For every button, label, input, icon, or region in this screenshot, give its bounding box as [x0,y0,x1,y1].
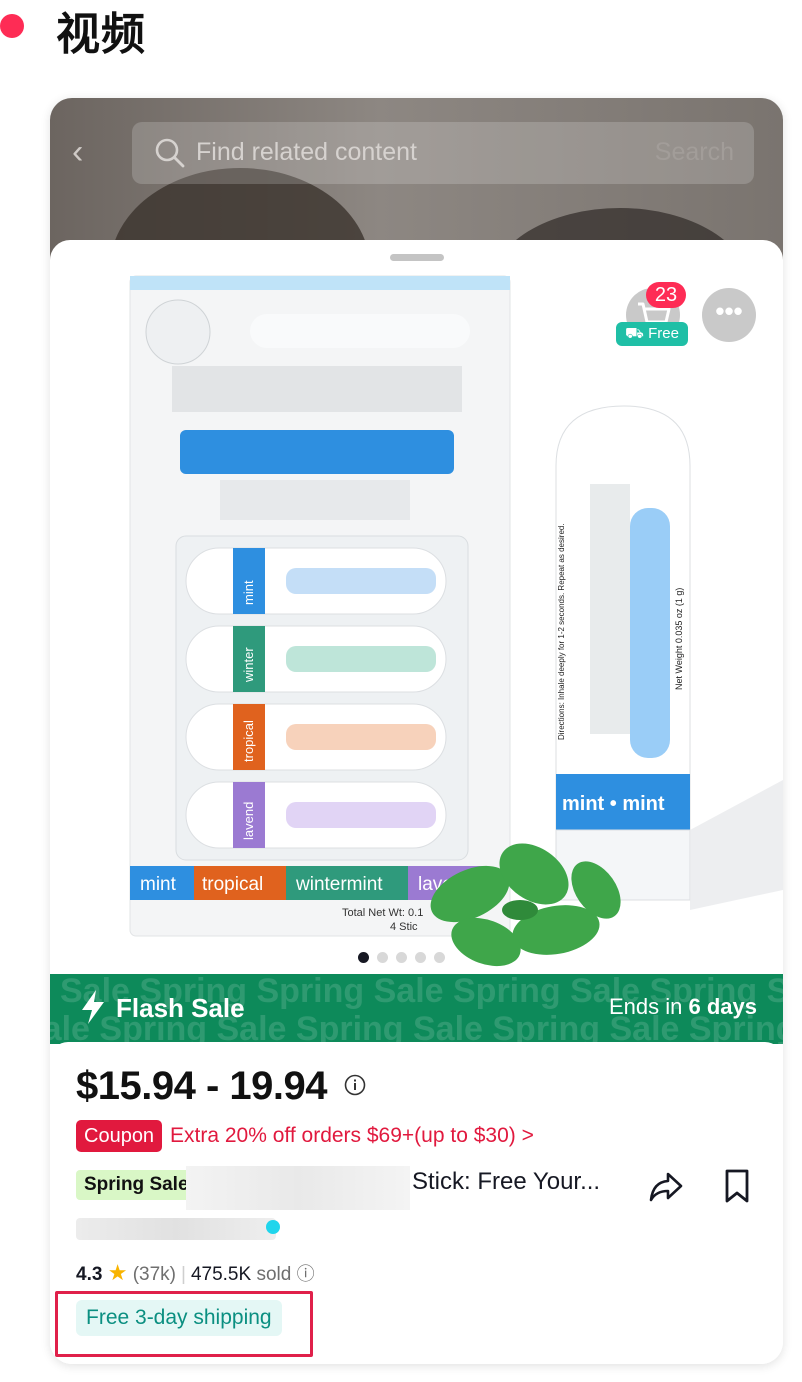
share-icon[interactable] [648,1170,684,1204]
page-header: 视频 [0,0,802,60]
pagination-dot[interactable] [377,952,388,963]
bookmark-icon[interactable] [724,1168,750,1204]
product-price: $15.94 - 19.94 [76,1064,328,1108]
tube-label-mint: mint [241,580,256,605]
cart-button[interactable]: 23 ⛟ Free [616,282,692,364]
more-icon[interactable]: ••• [702,288,756,342]
tube-label-tropical: tropical [241,720,256,762]
tube-band-label: mint • mint [562,793,665,815]
flash-sale-countdown: Ends in 6 days [608,994,757,1019]
pagination-dot[interactable] [434,952,445,963]
product-card: ‹ Find related content Search mint winte… [50,98,783,1364]
net-weight-label: Total Net Wt: 0.1 [342,907,423,919]
tube-weight-label: Net Weight 0.035 oz (1 g) [674,588,684,690]
flash-sale-label: Flash Sale [116,993,245,1023]
sold-count: 475.5K [190,1264,252,1285]
product-title[interactable]: Stick: Free Your... [412,1168,600,1196]
product-title-redacted [186,1166,410,1210]
pagination-dot[interactable] [415,952,426,963]
pagination-dot[interactable] [396,952,407,963]
recording-dot-icon [0,14,24,38]
rating-summary[interactable]: 4.3 ★ (37k) | 475.5K sold ⓘ [76,1260,315,1286]
stick-count-label: 4 Stic [390,921,418,933]
info-icon[interactable]: ⓘ [297,1264,315,1284]
free-shipping-badge: ⛟ Free [616,322,688,346]
pack-label-mint: mint [140,874,177,895]
tube-label-lavender: lavend [241,802,256,840]
review-count: (37k) [132,1264,177,1285]
shop-name-redacted[interactable] [76,1218,276,1240]
cart-count-badge: 23 [646,282,686,308]
promo-tag: Spring Sale [76,1170,197,1200]
flash-sale-banner[interactable]: Sale Spring Spring Sale Spring Sale Spri… [50,974,783,1044]
search-input[interactable]: Find related content Search [132,122,754,184]
back-icon[interactable]: ‹ [72,135,104,169]
search-icon [155,138,185,168]
verified-icon [266,1220,280,1234]
bolt-icon [82,990,104,1024]
tube-label-winter: winter [241,647,256,683]
tube-directions: Directions: Inhale deeply for 1-2 second… [557,523,566,740]
pack-label-tropical: tropical [202,874,263,895]
search-button[interactable]: Search [655,138,734,167]
pagination-dot[interactable] [358,952,369,963]
page-title: 视频 [56,9,146,60]
rating-value: 4.3 [76,1264,103,1285]
highlight-box [55,1291,313,1357]
search-placeholder: Find related content [196,138,417,166]
coupon-link[interactable]: Extra 20% off orders $69+(up to $30) > [170,1124,534,1148]
product-image[interactable]: mint winter tropical lavend mint tropica… [50,270,783,970]
truck-icon: ⛟ [625,325,649,342]
image-pagination[interactable] [358,950,453,963]
info-icon[interactable] [344,1074,366,1096]
pack-label-wintermint: wintermint [295,874,383,895]
coupon-tag: Coupon [76,1120,163,1152]
drag-handle[interactable] [390,254,444,261]
free-label: Free [648,325,679,342]
star-icon: ★ [107,1260,128,1285]
sold-label: sold [256,1264,292,1285]
